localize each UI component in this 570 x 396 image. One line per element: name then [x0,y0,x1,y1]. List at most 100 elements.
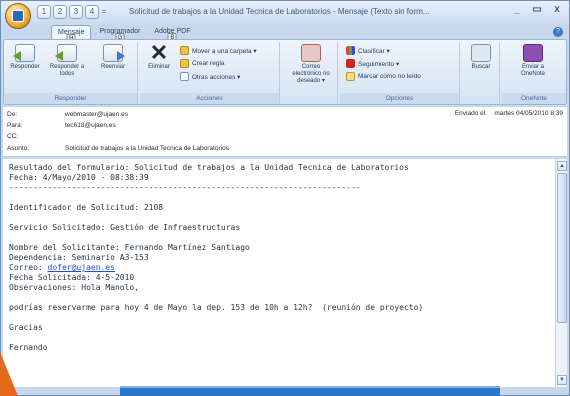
forward-button[interactable]: Reenviar [94,44,132,71]
vertical-scrollbar[interactable]: ▲ ▼ [555,159,567,387]
body-line: Resultado del formulario: Solicitud de t… [9,163,409,172]
followup-button[interactable]: Seguimiento ▾ [346,59,399,68]
body-line: Identificador de Solicitud: 2108 [9,203,164,212]
outlook-message-window: 1 2 3 4 = Solicitud de trabajos a la Uni… [0,0,570,396]
body-line: podrías reservarme para hoy 4 de Mayo la… [9,303,424,312]
group-acciones: ✕ Eliminar Mover a una carpeta ▾ Crear r… [140,42,280,104]
tab-programador[interactable]: Programador G [93,25,146,42]
other-actions-icon [180,72,189,81]
delete-button[interactable]: ✕ Eliminar [140,42,178,71]
body-line: Gracias [9,323,43,332]
message-header: De: webmaster@ujaen.es Para: tec618@ujae… [3,107,567,157]
body-line: Observaciones: Hola Manolo, [9,283,140,292]
body-line: Nombre del Solicitante: Fernando Martíne… [9,243,250,252]
rule-label: Crear regla [192,60,225,67]
move-label: Mover a una carpeta ▾ [192,47,257,55]
body-line: Fecha: 4/Mayo/2010 - 08:38:39 [9,173,149,182]
body-email-line: Correo: dofer@ujaen.es [9,263,549,273]
tab-mensaje[interactable]: Mensaje H [51,25,92,43]
ribbon: Responder Responder a todos Reenviar Res… [3,39,567,105]
body-line: Servicio Solicitado: Gestión de Infraest… [9,223,241,232]
junk-mail-button[interactable]: Correo electrónico no deseado ▾ [288,44,334,85]
subject-label: Asunto: [7,145,30,152]
reply-all-icon [55,44,77,62]
reply-button[interactable]: Responder [6,44,44,71]
junk-mail-label: Correo electrónico no deseado ▾ [292,64,330,84]
cc-label: CC: [7,133,19,140]
qat-previous-button[interactable]: 4 [85,5,99,19]
from-row: De: webmaster@ujaen.es [7,110,128,120]
envelope-icon [346,72,355,81]
other-actions-label: Otras acciones ▾ [192,73,241,81]
window-title: Solicitud de trabajos a la Unidad Tecnic… [129,7,430,16]
create-rule-button[interactable]: Crear regla [180,59,225,68]
group-junk: Correo electrónico no deseado ▾ [282,42,338,104]
scroll-up-arrow-icon[interactable]: ▲ [557,161,567,171]
other-actions-button[interactable]: Otras acciones ▾ [180,72,240,81]
binoculars-icon [471,44,491,62]
flag-icon [346,59,355,68]
junk-mail-icon [301,44,321,62]
blue-footer-bar [120,386,500,396]
reply-all-button[interactable]: Responder a todos [48,44,86,78]
mark-unread-label: Marcar como no leído [358,73,421,80]
from-value[interactable]: webmaster@ujaen.es [65,110,128,120]
body-line: Fecha Solicitada: 4-5-2010 [9,273,135,282]
group-find: Buscar [462,42,500,104]
email-label: Correo: [9,263,48,272]
body-line: Dependencia: Seminario A3-153 [9,253,149,262]
close-button[interactable]: x [551,4,563,16]
qat-redo-button[interactable]: 3 [69,5,83,19]
reply-icon [13,44,35,62]
office-button[interactable] [5,3,31,29]
categorize-button[interactable]: Clasificar ▾ [346,46,390,55]
qat-undo-button[interactable]: 2 [53,5,67,19]
group-label-acciones: Acciones [140,93,279,104]
quick-access-toolbar: 1 2 3 4 = [37,5,107,19]
categorize-label: Clasificar ▾ [358,47,390,55]
email-link[interactable]: dofer@ujaen.es [48,263,115,272]
to-row: Para: tec618@ujaen.es [7,121,116,131]
followup-label: Seguimiento ▾ [358,60,400,68]
cc-row: CC: [7,132,65,142]
scroll-thumb[interactable] [557,173,567,323]
qat-customize-icon[interactable]: = [101,5,107,19]
minimize-button[interactable]: _ [511,4,523,16]
find-label: Buscar [471,64,491,70]
reply-all-label: Responder a todos [49,64,85,77]
forward-label: Reenviar [100,64,125,70]
ribbon-tabs: Mensaje H Programador G Adobe PDF B [51,25,197,43]
message-body[interactable]: Resultado del formulario: Solicitud de t… [3,159,555,387]
tab-adobe-pdf[interactable]: Adobe PDF B [148,25,196,42]
scroll-down-arrow-icon[interactable]: ▼ [557,375,567,385]
maximize-button[interactable]: ▭ [531,4,543,16]
subject-row: Asunto: Solicitud de trabajos a la Unida… [7,144,229,154]
find-button[interactable]: Buscar [462,44,500,71]
orange-corner-decoration [0,352,18,396]
body-line: Fernando [9,343,48,352]
group-opciones: Clasificar ▾ Seguimiento ▾ Marcar como n… [340,42,460,104]
move-to-folder-button[interactable]: Mover a una carpeta ▾ [180,46,257,55]
group-label-responder: Responder [4,93,137,104]
categorize-icon [346,46,355,55]
group-responder: Responder Responder a todos Reenviar Res… [4,42,138,104]
reply-label: Responder [10,64,40,70]
from-label: De: [7,111,18,118]
to-label: Para: [7,122,23,129]
body-separator: ----------------------------------------… [9,183,361,192]
qat-save-button[interactable]: 1 [37,5,51,19]
send-to-onenote-button[interactable]: Enviar a OneNote [510,44,556,78]
group-label-onenote: OneNote [502,93,566,104]
sent-label: Enviado el: [454,110,487,117]
onenote-icon [523,44,543,62]
forward-icon [103,44,125,62]
folder-icon [180,46,189,55]
subject-value: Solicitud de trabajos a la Unidad Tecnic… [65,145,229,152]
office-logo-icon [12,10,24,22]
title-bar: 1 2 3 4 = Solicitud de trabajos a la Uni… [1,1,569,29]
help-icon[interactable]: ? [553,27,563,37]
window-controls: _ ▭ x [511,4,563,16]
rule-icon [180,59,189,68]
to-value[interactable]: tec618@ujaen.es [65,121,116,131]
mark-unread-button[interactable]: Marcar como no leído [346,72,421,81]
